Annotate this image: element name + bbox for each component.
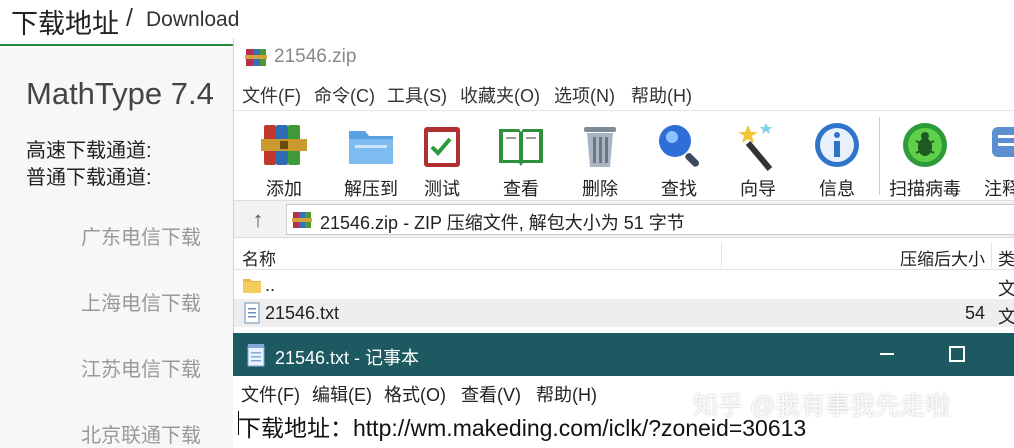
find-icon [659, 125, 700, 167]
virus-scan-icon [903, 123, 947, 167]
file-type: 文 [998, 307, 1014, 327]
wizard-icon [738, 123, 773, 171]
virus-scan-label: 扫描病毒 [889, 179, 961, 199]
delete-button[interactable]: 删除 [562, 115, 638, 199]
add-archive-icon [261, 125, 307, 165]
file-row-21546-txt[interactable]: 21546.txt 54 文 [234, 299, 1014, 327]
np-menu-help[interactable]: 帮助(H) [536, 381, 597, 407]
archive-icon [292, 212, 312, 228]
add-label: 添加 [266, 179, 302, 199]
address-text: 21546.zip - ZIP 压缩文件, 解包大小为 51 字节 [320, 213, 685, 233]
address-field[interactable]: 21546.zip - ZIP 压缩文件, 解包大小为 51 字节 [286, 204, 1014, 235]
menu-commands[interactable]: 命令(C) [314, 82, 375, 108]
column-separator [721, 242, 722, 268]
page-title: 下载地址 [11, 9, 119, 39]
notepad-titlebar[interactable]: 21546.txt - 记事本 [233, 333, 1014, 376]
virus-scan-button[interactable]: 扫描病毒 [887, 115, 963, 199]
minimize-icon[interactable] [880, 353, 894, 355]
extract-to-icon [349, 131, 393, 164]
column-name[interactable]: 名称 [242, 245, 276, 270]
view-icon [499, 129, 543, 166]
watermark: 知乎 @我有事我先走啦 [693, 392, 951, 420]
column-separator [991, 242, 992, 268]
mirror-link-jiangsu[interactable]: 江苏电信下载 [81, 353, 201, 382]
file-size: 54 [964, 303, 985, 323]
test-button[interactable]: 测试 [404, 115, 480, 199]
winrar-title: 21546.zip [274, 46, 357, 67]
menu-help[interactable]: 帮助(H) [631, 82, 692, 108]
comment-icon [992, 127, 1014, 157]
add-button[interactable]: 添加 [246, 115, 322, 199]
file-list-header: 名称 压缩后大小 类 [234, 240, 1014, 270]
product-name: MathType 7.4 [26, 76, 214, 111]
column-packed-size[interactable]: 压缩后大小 [900, 245, 985, 270]
info-button[interactable]: 信息 [799, 115, 875, 199]
file-type: 文 [998, 279, 1014, 299]
delete-icon [584, 127, 616, 167]
winrar-app-icon [245, 49, 267, 66]
mirror-link-beijing[interactable]: 北京联通下载 [81, 419, 201, 448]
info-icon [815, 123, 859, 167]
menu-tools[interactable]: 工具(S) [387, 82, 447, 108]
np-menu-format[interactable]: 格式(O) [384, 381, 446, 407]
up-arrow-icon[interactable]: ↑ [244, 206, 272, 234]
info-label: 信息 [819, 179, 855, 199]
file-row-parent[interactable]: .. 文 [234, 271, 1014, 299]
wizard-button[interactable]: 向导 [720, 115, 796, 199]
text-file-icon [244, 302, 260, 324]
page-subtitle: Download [146, 8, 240, 31]
winrar-menubar: 文件(F) 命令(C) 工具(S) 收藏夹(O) 选项(N) 帮助(H) [234, 80, 1014, 108]
file-name: 21546.txt [265, 303, 340, 323]
menu-file[interactable]: 文件(F) [242, 82, 301, 108]
view-button[interactable]: 查看 [483, 115, 559, 199]
folder-icon [243, 279, 261, 293]
fast-channel-label: 高速下载通道: [26, 140, 152, 162]
winrar-window: 21546.zip 文件(F) 命令(C) 工具(S) 收藏夹(O) 选项(N)… [233, 38, 1014, 338]
mirror-link-shanghai[interactable]: 上海电信下载 [81, 287, 201, 316]
menu-options[interactable]: 选项(N) [554, 82, 615, 108]
menu-favorites[interactable]: 收藏夹(O) [460, 82, 540, 108]
address-bar-row: ↑ 21546.zip - ZIP 压缩文件, 解包大小为 51 字节 [234, 200, 1014, 238]
notepad-title: 21546.txt - 记事本 [275, 348, 420, 368]
np-menu-view[interactable]: 查看(V) [461, 381, 521, 407]
test-icon [424, 127, 460, 167]
title-separator: / [126, 4, 133, 32]
maximize-icon[interactable] [949, 346, 965, 362]
comment-button[interactable]: 注释 [976, 115, 1014, 199]
np-menu-edit[interactable]: 编辑(E) [312, 381, 372, 407]
np-menu-file[interactable]: 文件(F) [241, 381, 300, 407]
winrar-titlebar[interactable]: 21546.zip [234, 38, 1014, 78]
mirror-link-guangdong[interactable]: 广东电信下载 [81, 221, 201, 250]
normal-channel-label: 普通下载通道: [26, 167, 152, 189]
comment-label: 注释 [984, 179, 1014, 199]
winrar-toolbar: 添加 解压到 测试 查看 删除 查找 向导 信息 扫描病毒 注释 [234, 110, 1014, 200]
column-type[interactable]: 类 [998, 245, 1014, 270]
file-name: .. [265, 275, 276, 295]
notepad-app-icon [247, 344, 265, 367]
find-button[interactable]: 查找 [641, 115, 717, 199]
